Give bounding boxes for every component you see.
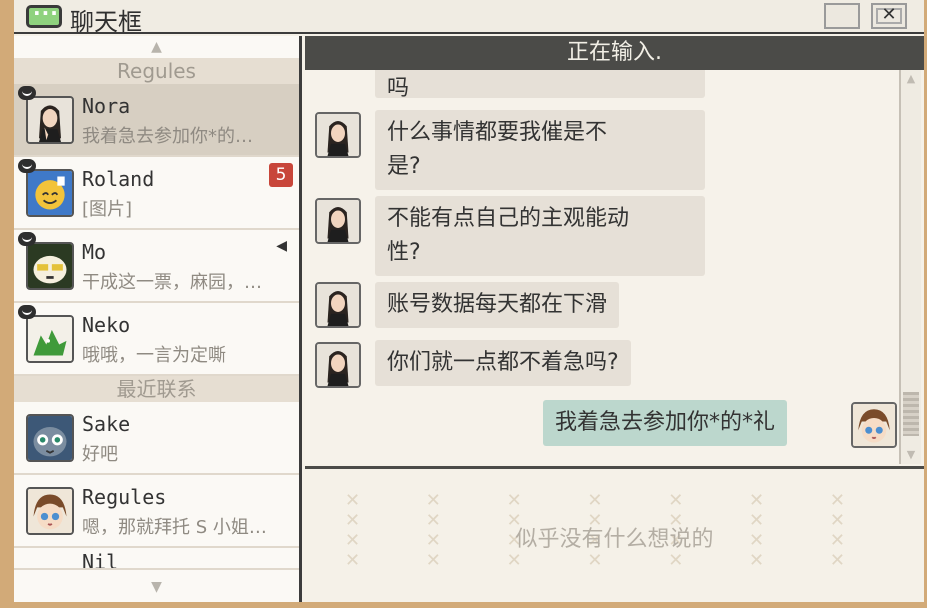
avatar [851, 402, 897, 448]
message-text: 账号数据每天都在下滑 [387, 292, 608, 317]
title-bar[interactable]: 聊天框 ✕ [14, 0, 924, 36]
smile-badge-icon [18, 159, 36, 173]
contact-preview: 好吧 [82, 444, 118, 465]
contact-item-roland[interactable]: Roland [图片] 5 [14, 157, 299, 230]
avatar [26, 487, 74, 535]
contact-name: Roland [82, 167, 155, 191]
contact-preview: 我着急去参加你*的… [82, 126, 253, 147]
close-button[interactable]: ✕ [871, 3, 907, 29]
smile-badge-icon [18, 86, 36, 100]
my-message-bubble: 我着急去参加你*的*礼 [543, 400, 788, 446]
message-bubble: 什么事情都要我催是不 是? [375, 110, 705, 190]
contact-name: Mo [82, 240, 107, 264]
avatar [315, 112, 361, 158]
maximize-button[interactable] [824, 3, 860, 29]
triangle-up-icon[interactable]: ▲ [901, 70, 921, 88]
scrollbar-thumb[interactable] [903, 392, 919, 436]
contact-item-neko[interactable]: Neko 哦哦，一言为定嘶 [14, 303, 299, 376]
message-scrollbar[interactable]: ▲ ▼ [899, 70, 921, 464]
message-text: 我着急去参加你*的*礼 [555, 410, 776, 435]
avatar [26, 96, 74, 144]
scroll-up-icon[interactable]: ▲ [14, 36, 299, 58]
contact-list[interactable]: ▲ Regules Nora 我着急去参加你*的… Roland [图片] 5 [14, 36, 302, 602]
message-text: 你们就一点都不着急吗? [387, 350, 619, 375]
smile-badge-icon [18, 232, 36, 246]
avatar [315, 342, 361, 388]
avatar [26, 315, 74, 363]
message-bubble: 账号数据每天都在下滑 [375, 282, 620, 328]
message-bubble: 你们就一点都不着急吗? [375, 340, 631, 386]
message-text-line: 是? [387, 154, 421, 179]
scroll-down-icon[interactable]: ▼ [14, 568, 299, 602]
chat-window: 聊天框 ✕ ▲ Regules Nora 我着急去参加你*的… Roland [… [0, 0, 927, 608]
contact-name: Neko [82, 313, 131, 337]
contact-name: Nora [82, 94, 131, 118]
unread-badge: 5 [269, 163, 293, 187]
chat-bubble-icon [26, 1, 62, 28]
avatar [26, 414, 74, 462]
contact-item-nora[interactable]: Nora 我着急去参加你*的… [14, 84, 299, 157]
chat-header: 正在输入. [305, 36, 924, 70]
avatar [26, 242, 74, 290]
contact-preview: [图片] [82, 199, 133, 220]
message-text-line: 什么事情都要我催是不 [387, 120, 608, 145]
triangle-down-icon[interactable]: ▼ [901, 446, 921, 464]
section-header-recent: 最近联系 [14, 376, 299, 402]
avatar [26, 169, 74, 217]
contact-item-sake[interactable]: Sake 好吧 [14, 402, 299, 475]
message-bubble: 不能有点自己的主观能动 性? [375, 196, 705, 276]
contact-name: Sake [82, 412, 131, 436]
message-text: 吗 [387, 76, 410, 101]
contact-preview: 干成这一票，麻园，… [82, 272, 262, 293]
section-header-regules: Regules [14, 58, 299, 84]
avatar [315, 198, 361, 244]
message-text-line: 性? [387, 240, 421, 265]
message-bubble: 吗 [375, 70, 705, 101]
contact-item-mo[interactable]: Mo 干成这一票，麻园，… ◀ [14, 230, 299, 303]
message-input[interactable]: ✕ ✕ ✕ ✕ ✕ ✕ ✕ ✕ ✕ ✕ ✕ ✕ ✕ ✕ ✕ ✕ ✕ ✕ ✕ ✕ … [305, 466, 924, 602]
input-placeholder: 似乎没有什么想说的 [515, 527, 714, 552]
message-text-line: 不能有点自己的主观能动 [387, 206, 630, 231]
close-icon: ✕ [881, 4, 897, 25]
smile-badge-icon [18, 305, 36, 319]
message-list[interactable]: 吗 什么事情都要我催是不 是? 不能有点自己的主观能动 性? 账号数据每天都在下… [305, 70, 899, 464]
window-title: 聊天框 [70, 8, 142, 36]
avatar [315, 282, 361, 328]
contact-item-regules[interactable]: Regules 嗯，那就拜托 S 小姐… [14, 475, 299, 548]
contact-name: Regules [82, 485, 167, 509]
contact-preview: 哦哦，一言为定嘶 [82, 345, 226, 366]
contact-preview: 嗯，那就拜托 S 小姐… [82, 517, 267, 538]
speaker-icon: ◀ [276, 238, 287, 254]
